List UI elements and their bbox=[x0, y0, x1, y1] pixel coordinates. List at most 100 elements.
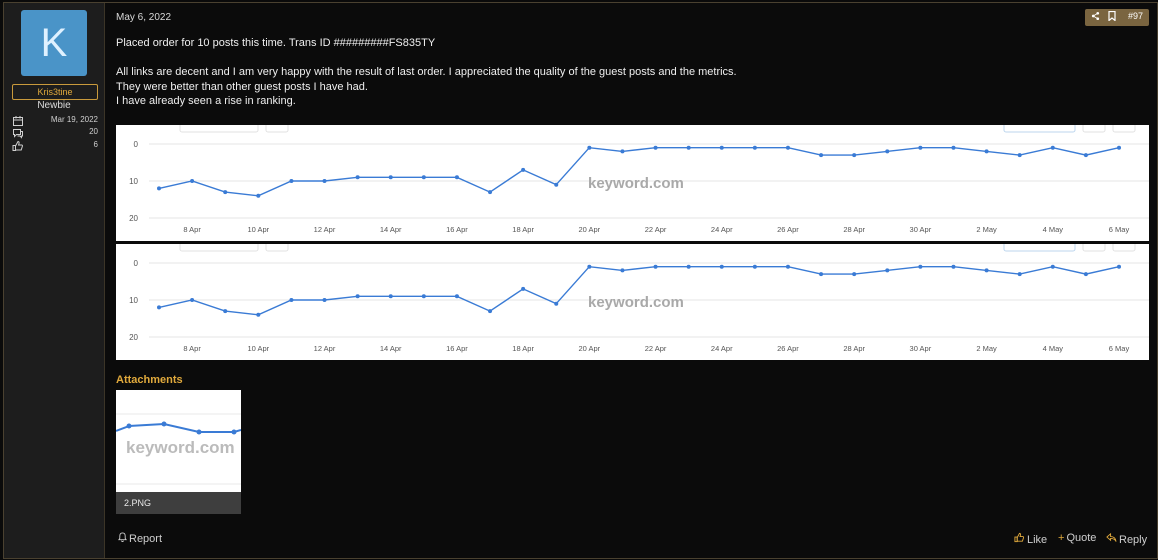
x-tick-label: 14 Apr bbox=[380, 225, 402, 234]
avatar[interactable]: K bbox=[21, 10, 87, 76]
post-date[interactable]: May 6, 2022 bbox=[116, 12, 171, 23]
ranking-chart-1: 0 10 20 8 Apr 10 Apr 12 Apr 14 Apr 16 Apr 18 Apr… bbox=[116, 125, 1149, 241]
data-point bbox=[1117, 145, 1121, 150]
data-point bbox=[289, 179, 294, 183]
data-point bbox=[521, 167, 526, 172]
data-point bbox=[488, 190, 493, 195]
bookmark-icon[interactable] bbox=[1108, 10, 1116, 23]
data-point bbox=[785, 145, 790, 150]
data-point bbox=[454, 294, 459, 299]
x-tick-label: 10 Apr bbox=[247, 225, 269, 234]
x-tick-label: 12 Apr bbox=[314, 225, 336, 234]
chart-control bbox=[1082, 244, 1106, 252]
reactions-stat: 6 bbox=[12, 140, 98, 153]
data-point bbox=[289, 298, 294, 302]
share-icon[interactable] bbox=[1091, 11, 1100, 23]
attachment-thumbnail[interactable]: keyword.com 2.PNG bbox=[116, 390, 241, 514]
data-point bbox=[719, 264, 724, 269]
data-point bbox=[686, 264, 691, 269]
data-point bbox=[885, 149, 890, 154]
x-tick-label: 8 Apr bbox=[183, 225, 201, 234]
like-button[interactable]: Like bbox=[1014, 532, 1047, 546]
data-point bbox=[421, 175, 426, 180]
data-point bbox=[587, 145, 592, 150]
x-tick-label: 16 Apr bbox=[446, 344, 468, 353]
x-tick-label: 24 Apr bbox=[711, 344, 733, 353]
data-point bbox=[256, 193, 261, 198]
chart-control bbox=[1003, 125, 1076, 133]
data-point bbox=[454, 175, 459, 180]
data-point bbox=[322, 298, 327, 302]
messages-count: 20 bbox=[89, 127, 98, 136]
quote-button[interactable]: + Quote bbox=[1058, 532, 1096, 544]
chart-control bbox=[265, 125, 289, 133]
y-tick-label: 0 bbox=[134, 140, 139, 149]
quote-label: Quote bbox=[1066, 532, 1097, 544]
x-tick-label: 12 Apr bbox=[314, 344, 336, 353]
data-point bbox=[819, 153, 824, 158]
joined-date: Mar 19, 2022 bbox=[50, 115, 98, 124]
attachment-filename[interactable]: 2.PNG bbox=[116, 492, 241, 514]
x-tick-label: 18 Apr bbox=[512, 225, 534, 234]
post-body: Placed order for 10 posts this time. Tra… bbox=[116, 36, 737, 109]
x-tick-label: 4 May bbox=[1043, 344, 1064, 353]
data-point bbox=[752, 145, 757, 150]
chart-control bbox=[1112, 125, 1136, 133]
data-point bbox=[653, 145, 658, 150]
data-point bbox=[653, 264, 658, 269]
reactions-count: 6 bbox=[93, 140, 98, 149]
like-label: Like bbox=[1027, 534, 1048, 546]
username[interactable]: Kris3tine bbox=[12, 84, 98, 100]
data-point bbox=[421, 294, 426, 299]
chart-watermark: keyword.com bbox=[588, 294, 684, 311]
plus-icon: + bbox=[1058, 532, 1065, 544]
reply-icon bbox=[1106, 532, 1117, 546]
reply-button[interactable]: Reply bbox=[1106, 532, 1147, 546]
chart-svg: 0 10 20 8 Apr 10 Apr 12 Apr 14 Apr 16 Apr 18 Apr… bbox=[129, 244, 1149, 353]
post-number[interactable]: #97 bbox=[1128, 11, 1143, 21]
post-tools: #97 bbox=[1085, 9, 1149, 26]
x-tick-label: 28 Apr bbox=[843, 344, 865, 353]
data-point bbox=[554, 182, 559, 187]
data-point bbox=[157, 186, 161, 191]
messages-icon bbox=[13, 129, 23, 139]
post-line: Placed order for 10 posts this time. Tra… bbox=[116, 37, 436, 49]
chart-control bbox=[179, 244, 259, 252]
reply-label: Reply bbox=[1119, 534, 1148, 546]
bell-icon bbox=[118, 532, 127, 545]
data-point bbox=[1083, 272, 1088, 277]
thumbnail-preview: keyword.com bbox=[116, 413, 241, 485]
x-tick-label: 22 Apr bbox=[645, 344, 667, 353]
y-tick-label: 0 bbox=[134, 259, 139, 268]
data-point bbox=[984, 149, 989, 154]
x-tick-label: 6 May bbox=[1109, 344, 1130, 353]
data-point bbox=[488, 309, 493, 314]
data-point bbox=[752, 264, 757, 269]
post-line: They were better than other guest posts … bbox=[116, 80, 368, 93]
report-link[interactable]: Report bbox=[118, 532, 162, 545]
x-tick-label: 30 Apr bbox=[910, 225, 932, 234]
chart-control bbox=[265, 244, 289, 252]
thumbs-up-icon bbox=[1014, 532, 1025, 546]
data-point bbox=[256, 312, 261, 317]
x-tick-label: 8 Apr bbox=[183, 344, 201, 353]
x-tick-label: 20 Apr bbox=[579, 225, 601, 234]
user-sidebar: K Kris3tine Newbie Mar 19, 2022 20 6 bbox=[4, 3, 105, 558]
data-point bbox=[388, 294, 393, 299]
data-point bbox=[785, 264, 790, 269]
data-point bbox=[388, 175, 393, 180]
data-point bbox=[1117, 264, 1121, 269]
data-point bbox=[951, 145, 956, 150]
thumbs-up-icon bbox=[12, 140, 23, 151]
ranking-chart-2: 0 10 20 8 Apr 10 Apr 12 Apr 14 Apr 16 Apr 18 Apr… bbox=[116, 244, 1149, 360]
x-tick-label: 10 Apr bbox=[247, 344, 269, 353]
data-point bbox=[322, 179, 327, 183]
forum-post: K Kris3tine Newbie Mar 19, 2022 20 6 May… bbox=[3, 2, 1158, 559]
data-point bbox=[190, 179, 195, 183]
data-point bbox=[521, 286, 526, 291]
chart-control bbox=[1003, 244, 1076, 252]
data-point bbox=[190, 298, 195, 302]
y-tick-label: 10 bbox=[129, 177, 138, 186]
x-tick-label: 14 Apr bbox=[380, 344, 402, 353]
y-tick-label: 20 bbox=[129, 214, 138, 223]
